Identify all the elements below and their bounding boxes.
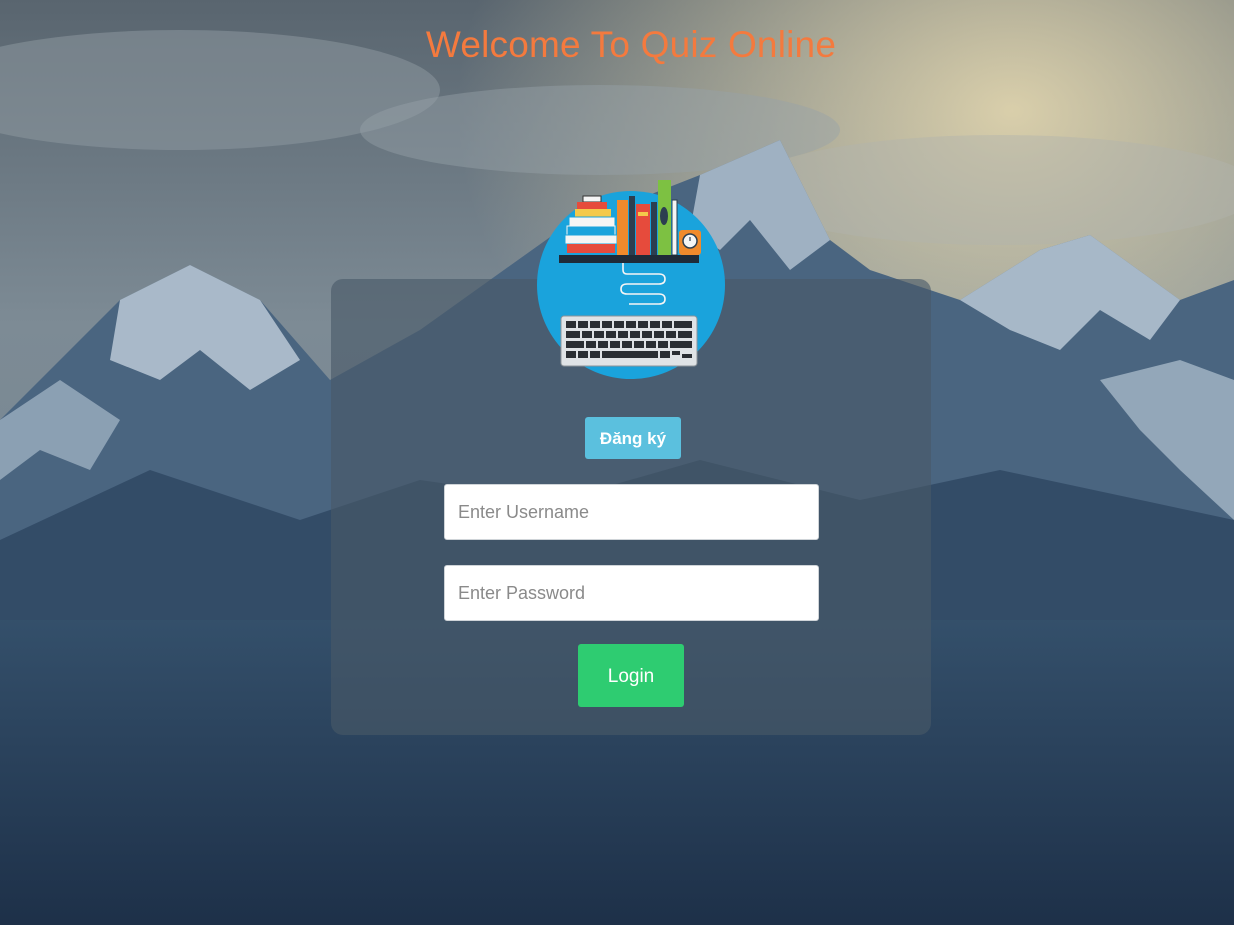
register-button[interactable]: Đăng ký bbox=[585, 417, 681, 459]
page-title: Welcome To Quiz Online bbox=[425, 24, 837, 65]
password-input[interactable] bbox=[444, 565, 819, 621]
login-button[interactable]: Login bbox=[578, 644, 684, 707]
login-page: Welcome To Quiz Online Đăng ký Enter Use… bbox=[0, 0, 1234, 925]
username-input[interactable] bbox=[444, 484, 819, 540]
bookshelf-keyboard-icon bbox=[537, 180, 725, 379]
